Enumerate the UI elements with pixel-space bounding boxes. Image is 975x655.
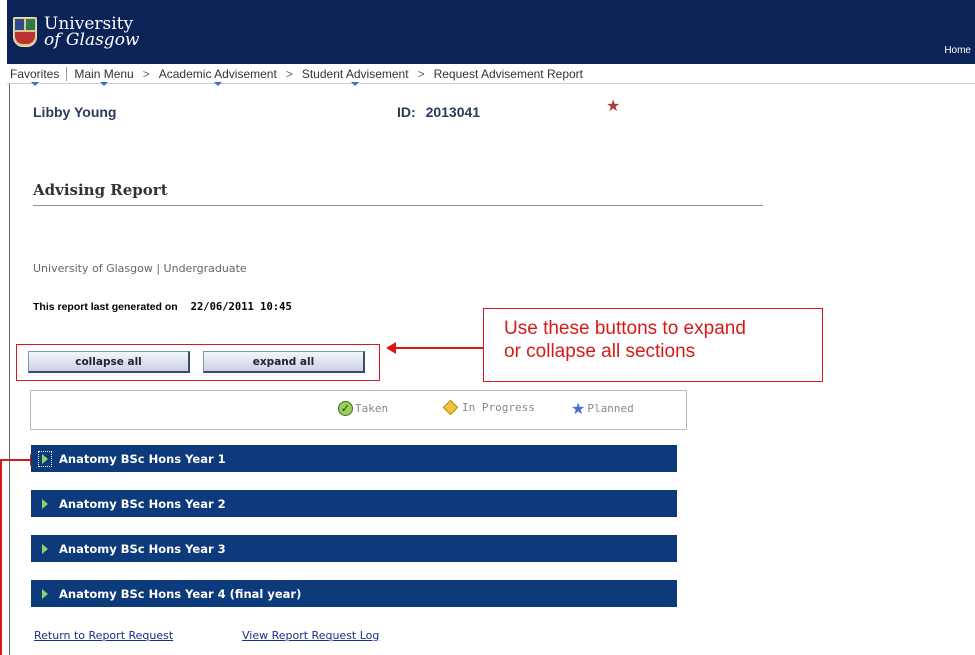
view-report-request-log-link[interactable]: View Report Request Log: [242, 629, 379, 642]
section-year-4[interactable]: Anatomy BSc Hons Year 4 (final year): [31, 580, 677, 607]
chevron-right-icon: >: [142, 66, 150, 81]
legend-in-progress-label: In Progress: [462, 401, 535, 414]
logo-line-2: of Glasgow: [44, 30, 140, 50]
annotation-callout: Use these buttons to expand or collapse …: [483, 308, 823, 382]
section-year-2[interactable]: Anatomy BSc Hons Year 2: [31, 490, 677, 517]
expand-triangle-icon[interactable]: [39, 542, 51, 556]
nav-divider: [66, 66, 68, 81]
legend-in-progress: In Progress: [442, 399, 535, 416]
left-annotation-line: [0, 459, 2, 655]
taken-check-icon: ✓: [338, 401, 353, 416]
generated-timestamp: 22/06/2011 10:45: [190, 301, 292, 313]
logo-text: University of Glasgow: [44, 16, 140, 50]
legend-taken: ✓ Taken: [338, 401, 388, 416]
nav-item-label: Academic Advisement: [158, 66, 277, 81]
nav-item-student-advisement[interactable]: Student Advisement: [299, 66, 412, 86]
section-label: Anatomy BSc Hons Year 1: [59, 451, 226, 466]
section-year-1[interactable]: Anatomy BSc Hons Year 1: [31, 445, 677, 472]
collapse-all-button[interactable]: collapse all: [28, 351, 190, 373]
expand-triangle-icon[interactable]: [39, 497, 51, 511]
legend-planned: ★ Planned: [571, 399, 634, 418]
institution-label: University of Glasgow | Undergraduate: [33, 262, 247, 275]
page-title: Advising Report: [33, 181, 168, 199]
expand-triangle-icon[interactable]: [39, 587, 51, 601]
app-header: University of Glasgow Home: [7, 0, 975, 64]
chevron-down-icon: [30, 81, 39, 86]
left-annotation-arrow-line: [0, 459, 34, 461]
home-link[interactable]: Home: [944, 45, 971, 56]
in-progress-diamond-icon: [442, 399, 459, 416]
student-id-label: ID:: [397, 104, 416, 120]
return-to-report-request-link[interactable]: Return to Report Request: [34, 629, 173, 642]
nav-item-label: Main Menu: [74, 66, 134, 81]
chevron-right-icon: >: [417, 66, 425, 81]
breadcrumb-nav: Favorites Main Menu > Academic Advisemen…: [7, 64, 975, 86]
section-year-3[interactable]: Anatomy BSc Hons Year 3: [31, 535, 677, 562]
nav-item-label: Student Advisement: [301, 66, 409, 81]
title-divider: [33, 205, 763, 206]
callout-line-2: or collapse all sections: [504, 341, 696, 362]
chevron-right-icon: >: [285, 66, 293, 81]
nav-item-label: Request Advisement Report: [433, 66, 583, 81]
page-left-border: [9, 84, 10, 655]
status-legend: ✓ Taken In Progress ★ Planned: [30, 390, 687, 430]
report-generated-info: This report last generated on 22/06/2011…: [33, 301, 292, 313]
expand-triangle-icon[interactable]: [38, 450, 52, 467]
nav-item-main-menu[interactable]: Main Menu: [71, 66, 136, 86]
chevron-down-icon: [213, 81, 222, 86]
nav-item-favorites[interactable]: Favorites: [7, 66, 62, 86]
chevron-down-icon: [100, 81, 109, 86]
legend-planned-label: Planned: [587, 402, 634, 415]
callout-arrow-line: [388, 347, 484, 349]
generated-label: This report last generated on: [33, 301, 178, 313]
university-crest-icon: [12, 15, 38, 49]
chevron-down-icon: [351, 81, 360, 86]
student-name: Libby Young: [33, 104, 117, 120]
legend-taken-label: Taken: [355, 402, 389, 415]
nav-item-label: Favorites: [10, 66, 60, 81]
expand-all-button[interactable]: expand all: [203, 351, 365, 373]
section-label: Anatomy BSc Hons Year 2: [59, 496, 226, 511]
student-id-value: 2013041: [425, 104, 481, 120]
star-icon[interactable]: ★: [606, 96, 620, 115]
university-logo[interactable]: University of Glasgow: [12, 8, 139, 56]
nav-item-request-advisement-report[interactable]: Request Advisement Report: [431, 67, 586, 81]
section-label: Anatomy BSc Hons Year 4 (final year): [59, 586, 302, 601]
planned-star-icon: ★: [571, 399, 586, 418]
callout-line-1: Use these buttons to expand: [504, 318, 746, 339]
student-id: ID: 2013041: [397, 104, 480, 120]
section-label: Anatomy BSc Hons Year 3: [59, 541, 226, 556]
callout-arrow-head: [386, 342, 396, 354]
nav-item-academic-advisement[interactable]: Academic Advisement: [156, 66, 280, 86]
